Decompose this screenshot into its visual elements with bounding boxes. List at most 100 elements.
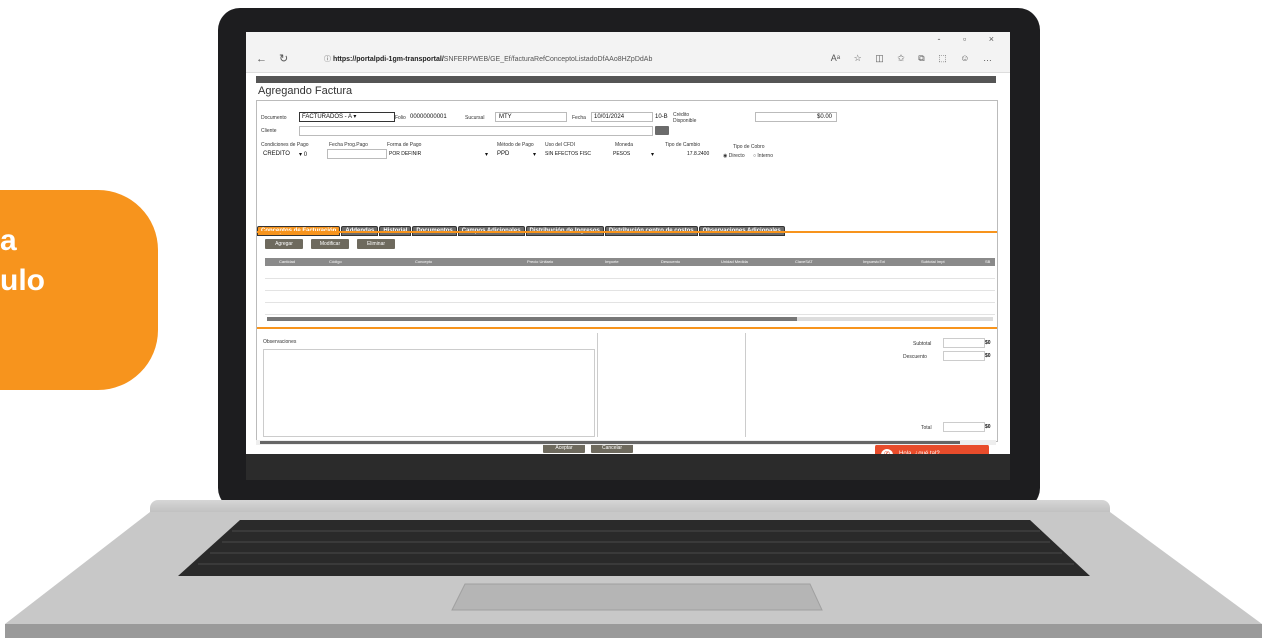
label-tipo-cobro: Tipo de Cobro bbox=[733, 144, 765, 150]
page-title: Agregando Factura bbox=[258, 85, 353, 97]
aceptar-button[interactable]: Aceptar bbox=[543, 444, 585, 453]
tipo-cambio-value: 17.8.2400 bbox=[687, 151, 710, 157]
invoice-form: Documento FACTURADOS - A ▾ Folio 0000000… bbox=[256, 100, 998, 464]
subtotal-label: Subtotal bbox=[913, 341, 932, 347]
col-precio-unitario[interactable]: Precio Unitario bbox=[527, 259, 553, 264]
favorite-star-icon[interactable]: ☆ bbox=[854, 53, 862, 63]
eliminar-button[interactable]: Eliminar bbox=[357, 239, 395, 249]
table-row[interactable] bbox=[265, 267, 995, 279]
descuento-value: $0 bbox=[985, 353, 991, 359]
condiciones-days[interactable]: ▾ 0 bbox=[299, 151, 307, 158]
table-row[interactable] bbox=[265, 291, 995, 303]
browser-screen: - ▫ × ← ↻ ⓘ https://portalpdi-1gm-transpo… bbox=[246, 32, 1010, 480]
descuento-input bbox=[943, 351, 985, 361]
col-clavesat[interactable]: ClaveSAT bbox=[795, 259, 813, 264]
col-codigo[interactable]: Código bbox=[329, 259, 342, 264]
radio-directo[interactable]: ◉ Directo bbox=[723, 153, 745, 159]
label-credito-disponible: Crédito Disponible bbox=[673, 112, 697, 124]
browser-tool-icons: Aᵃ ☆ ◫ ✩ ⧉ ⬚ ☺ … bbox=[820, 53, 992, 64]
window-controls[interactable]: - ▫ × bbox=[938, 34, 1004, 44]
keyboard-illustration bbox=[5, 512, 1262, 638]
metodo-pago-chevron-icon[interactable]: ▾ bbox=[533, 151, 536, 158]
label-folio: Folio bbox=[395, 115, 406, 121]
lock-icon: ⓘ bbox=[324, 56, 333, 63]
observaciones-label: Observaciones bbox=[263, 339, 297, 345]
conceptos-panel: Agregar Modificar Eliminar Cantidad Códi… bbox=[257, 231, 997, 329]
folio-value: 00000000001 bbox=[410, 114, 447, 120]
metodo-pago-value[interactable]: PPD bbox=[497, 151, 509, 157]
col-sb[interactable]: SB bbox=[985, 259, 990, 264]
total-input bbox=[943, 422, 985, 432]
uso-cfdi-value[interactable]: SIN EFECTOS FISC bbox=[545, 151, 591, 157]
reload-icon[interactable]: ↻ bbox=[279, 53, 288, 65]
cliente-input[interactable] bbox=[299, 126, 653, 136]
browser-toolbar: - ▫ × ← ↻ ⓘ https://portalpdi-1gm-transpo… bbox=[246, 32, 1010, 73]
observaciones-textarea[interactable] bbox=[263, 349, 595, 437]
label-metodo-pago: Método de Pago bbox=[497, 142, 534, 148]
grid-header: Cantidad Código Concepto Precio Unitario… bbox=[265, 258, 995, 266]
subtotal-input bbox=[943, 338, 985, 348]
moneda-value[interactable]: PESOS bbox=[613, 151, 630, 157]
col-unidad-medida[interactable]: Unidad Medida bbox=[721, 259, 748, 264]
divider bbox=[597, 333, 598, 437]
radio-directo-label: Directo bbox=[728, 153, 745, 159]
promo-badge: a ulo bbox=[0, 190, 158, 390]
label-tipo-cambio: Tipo de Cambio bbox=[665, 142, 701, 148]
label-sucursal: Sucursal bbox=[465, 115, 485, 121]
back-icon[interactable]: ← bbox=[256, 53, 267, 65]
documento-select[interactable]: FACTURADOS - A ▾ bbox=[299, 112, 395, 122]
label-fecha: Fecha bbox=[572, 115, 586, 121]
read-aloud-icon[interactable]: Aᵃ bbox=[831, 53, 840, 63]
total-label: Total bbox=[921, 425, 932, 431]
tab-strip: Conceptos de Facturación Addendas Historia… bbox=[257, 219, 997, 236]
col-cantidad[interactable]: Cantidad bbox=[279, 259, 295, 264]
col-impuestotot[interactable]: ImpuestoTot bbox=[863, 259, 885, 264]
total-value: $0 bbox=[985, 424, 991, 430]
forma-pago-value[interactable]: POR DEFINIR bbox=[389, 151, 421, 157]
col-concepto[interactable]: Concepto bbox=[415, 259, 432, 264]
label-forma-pago: Forma de Pago bbox=[387, 142, 422, 148]
label-condiciones: Condiciones de Pago bbox=[261, 142, 309, 148]
moneda-chevron-icon[interactable]: ▾ bbox=[651, 151, 654, 158]
taskbar bbox=[246, 454, 1010, 480]
cliente-search-button[interactable] bbox=[655, 126, 669, 135]
address-bar[interactable]: ⓘ https://portalpdi-1gm-transportal/SNFE… bbox=[324, 54, 652, 64]
more-icon[interactable]: … bbox=[983, 53, 992, 63]
extensions-icon[interactable]: ⬚ bbox=[938, 53, 947, 63]
collections-icon[interactable]: ⧉ bbox=[918, 53, 924, 63]
label-uso-cfdi: Uso del CFDI bbox=[545, 142, 576, 148]
condiciones-value[interactable]: CREDITO bbox=[263, 151, 290, 157]
favorites-icon[interactable]: ✩ bbox=[897, 53, 905, 63]
label-documento: Documento bbox=[261, 115, 287, 121]
agregar-button[interactable]: Agregar bbox=[265, 239, 303, 249]
label-moneda: Moneda bbox=[615, 142, 634, 148]
cancelar-button[interactable]: Cancelar bbox=[591, 444, 633, 453]
page-scrollbar-thumb[interactable] bbox=[260, 441, 960, 444]
forma-pago-chevron-icon[interactable]: ▾ bbox=[485, 151, 488, 158]
badge-text-line2: ulo bbox=[0, 264, 45, 297]
credito-code: 10-B bbox=[655, 114, 668, 120]
documento-value: FACTURADOS - A bbox=[302, 114, 352, 120]
url-host: https://portalpdi-1gm-transportal/ bbox=[332, 56, 444, 63]
col-subtotal-impt[interactable]: Subtotal Impt bbox=[921, 259, 945, 264]
modificar-button[interactable]: Modificar bbox=[311, 239, 349, 249]
sucursal-value: MTY bbox=[499, 114, 512, 120]
label-fecha-prog: Fecha Prog.Pago bbox=[329, 142, 368, 148]
col-importe[interactable]: Importe bbox=[605, 259, 619, 264]
table-row[interactable] bbox=[265, 303, 995, 315]
radio-interno[interactable]: ○ Interno bbox=[753, 153, 773, 159]
table-row[interactable] bbox=[265, 279, 995, 291]
col-descuento[interactable]: Descuento bbox=[661, 259, 680, 264]
divider bbox=[745, 333, 746, 437]
profile-icon[interactable]: ☺ bbox=[960, 53, 969, 63]
grid-scrollbar-thumb[interactable] bbox=[267, 317, 797, 321]
descuento-label: Descuento bbox=[903, 354, 927, 360]
app-header-bar bbox=[256, 76, 996, 83]
label-cliente: Cliente bbox=[261, 128, 277, 134]
badge-text-line1: a bbox=[0, 224, 17, 257]
fecha-value: 10/01/2024 bbox=[594, 114, 625, 120]
credito-disponible-value: $0.00 bbox=[817, 114, 833, 120]
split-icon[interactable]: ◫ bbox=[875, 53, 884, 63]
fecha-prog-input[interactable] bbox=[327, 149, 387, 159]
url-path: SNFERPWEB/GE_Ef/facturaRefConceptoListad… bbox=[443, 56, 653, 63]
